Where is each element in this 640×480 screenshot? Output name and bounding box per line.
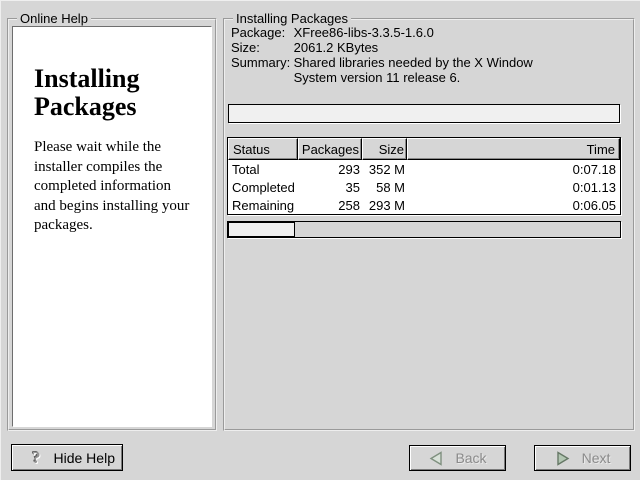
back-button-label: Back — [455, 450, 486, 466]
row-size: 58 M — [362, 180, 407, 195]
table-row-completed: Completed 35 58 M 0:01.13 — [228, 178, 620, 196]
total-progress-fill — [228, 222, 295, 237]
next-button[interactable]: Next — [534, 445, 631, 471]
row-packages: 293 — [298, 162, 362, 177]
table-row-remaining: Remaining 258 293 M 0:06.05 — [228, 196, 620, 214]
row-time: 0:06.05 — [407, 198, 620, 213]
column-header-status[interactable]: Status — [228, 138, 298, 160]
size-value: 2061.2 KBytes — [294, 40, 379, 55]
row-status: Completed — [228, 180, 298, 195]
hide-help-button-label: Hide Help — [54, 450, 115, 466]
package-field: Package: XFree86-libs-3.3.5-1.6.0 — [231, 25, 552, 40]
summary-label: Summary: — [231, 55, 290, 70]
left-arrow-icon — [428, 451, 444, 466]
row-status: Remaining — [228, 198, 298, 213]
package-info: Package: XFree86-libs-3.3.5-1.6.0 Size: … — [231, 25, 552, 85]
online-help-frame-label: Online Help — [17, 11, 91, 26]
install-stats-table: Status Packages Size Time Total 293 352 … — [227, 137, 621, 215]
hide-help-button[interactable]: ? Hide Help — [11, 444, 123, 471]
help-title: Installing Packages — [34, 65, 184, 121]
row-size: 352 M — [362, 162, 407, 177]
next-button-label: Next — [582, 450, 611, 466]
row-time: 0:01.13 — [407, 180, 620, 195]
row-packages: 258 — [298, 198, 362, 213]
help-body-text: Please wait while the installer compiles… — [34, 138, 194, 236]
summary-value: Shared libraries needed by the X Window … — [294, 55, 552, 85]
installing-packages-frame-label: Installing Packages — [233, 11, 351, 26]
table-header-row: Status Packages Size Time — [228, 138, 620, 160]
row-time: 0:07.18 — [407, 162, 620, 177]
question-mark-icon: ? — [32, 449, 41, 466]
package-label: Package: — [231, 25, 290, 40]
total-progress-bar — [227, 221, 621, 238]
help-panel: Installing Packages Please wait while th… — [12, 26, 212, 427]
row-size: 293 M — [362, 198, 407, 213]
column-header-packages[interactable]: Packages — [298, 138, 362, 160]
column-header-time[interactable]: Time — [407, 138, 620, 160]
installer-window: Online Help Installing Packages Please w… — [0, 0, 640, 480]
row-status: Total — [228, 162, 298, 177]
column-header-size[interactable]: Size — [362, 138, 407, 160]
back-button[interactable]: Back — [409, 445, 506, 471]
row-packages: 35 — [298, 180, 362, 195]
summary-field: Summary: Shared libraries needed by the … — [231, 55, 552, 85]
size-field: Size: 2061.2 KBytes — [231, 40, 552, 55]
package-value: XFree86-libs-3.3.5-1.6.0 — [294, 25, 434, 40]
table-row-total: Total 293 352 M 0:07.18 — [228, 160, 620, 178]
right-arrow-icon — [555, 451, 571, 466]
size-label: Size: — [231, 40, 290, 55]
package-progress-bar — [228, 104, 620, 123]
